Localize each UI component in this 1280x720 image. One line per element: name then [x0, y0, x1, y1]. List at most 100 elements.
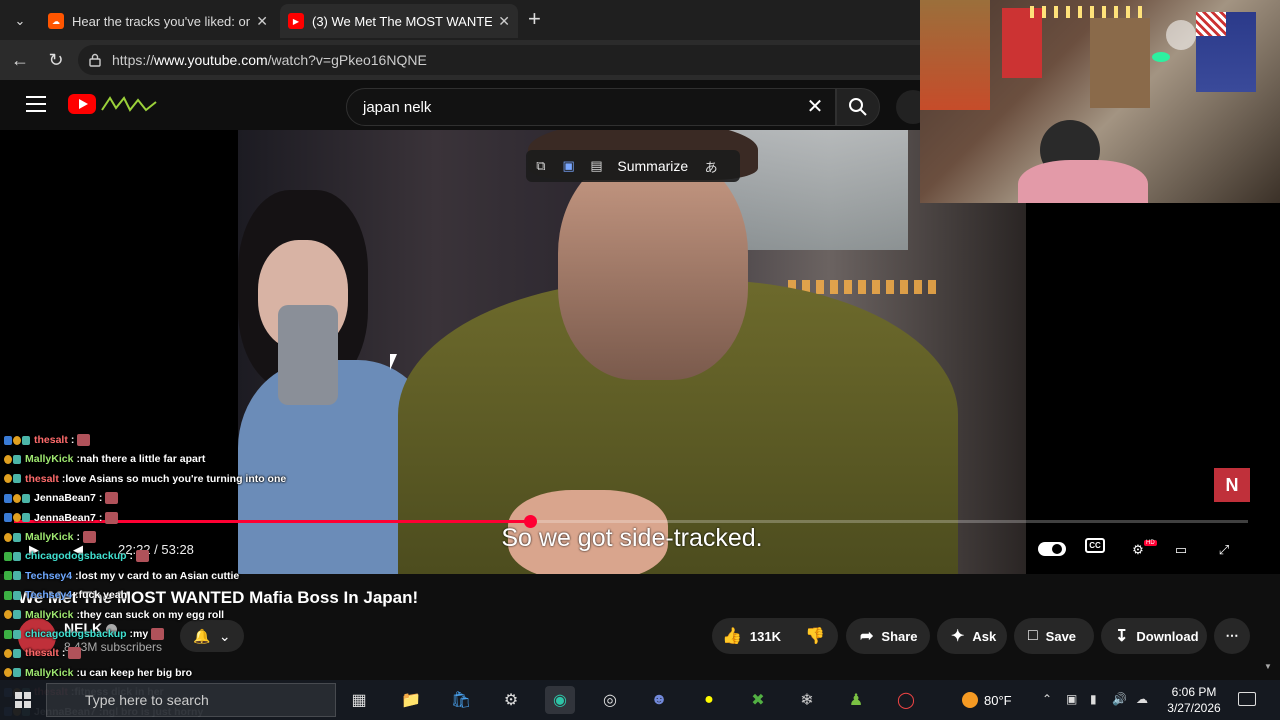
- chat-username[interactable]: Techsey4: [25, 589, 72, 601]
- chat-separator: :: [70, 434, 75, 446]
- more-actions-button[interactable]: ⋯: [1214, 618, 1250, 654]
- chat-username[interactable]: thesalt: [25, 647, 59, 659]
- chat-badge-icon: [4, 648, 12, 658]
- chat-username[interactable]: MallyKick: [25, 609, 73, 621]
- start-button[interactable]: [8, 686, 38, 714]
- chat-username[interactable]: JennaBean7: [34, 492, 96, 504]
- save-button[interactable]: □ Save: [1014, 618, 1094, 654]
- chat-message: JennaBean7:: [4, 509, 119, 527]
- search-input[interactable]: japan nelk: [346, 88, 836, 126]
- notification-center-icon[interactable]: [1238, 692, 1256, 706]
- clock-time: 6:06 PM: [1171, 685, 1217, 699]
- dislike-icon[interactable]: 👎: [805, 626, 825, 646]
- youtube-icon: ▶: [288, 13, 304, 29]
- chat-username[interactable]: MallyKick: [25, 667, 73, 679]
- chat-username[interactable]: thesalt: [34, 434, 68, 446]
- store-icon[interactable]: 🛍: [446, 686, 476, 714]
- like-count[interactable]: 131K: [750, 629, 781, 644]
- video-search-icon[interactable]: ▣: [562, 157, 576, 175]
- close-icon[interactable]: ✕: [498, 13, 510, 30]
- webcam-lamp: [1166, 20, 1196, 50]
- chat-emote-icon: [77, 434, 91, 446]
- save-label: Save: [1045, 628, 1077, 644]
- ask-button[interactable]: ✦ Ask: [937, 618, 1007, 654]
- chat-badge-icon: [13, 454, 21, 464]
- game-icon[interactable]: ❄: [792, 686, 822, 714]
- chat-badge-icon: [4, 493, 12, 503]
- clock-date: 3/27/2026: [1167, 701, 1221, 715]
- site-info-icon[interactable]: [88, 53, 102, 67]
- tray-chevron-icon[interactable]: ⌃: [1042, 692, 1052, 706]
- theater-mode-button[interactable]: ▭: [1167, 538, 1195, 562]
- recorder-icon[interactable]: ◯: [891, 686, 921, 714]
- snapchat-icon[interactable]: ●: [694, 686, 724, 714]
- chess-icon[interactable]: ♟: [841, 686, 871, 714]
- url-host: www.youtube.com: [154, 52, 268, 68]
- back-button[interactable]: ←: [8, 48, 32, 72]
- meet-icon[interactable]: ▣: [1066, 692, 1077, 706]
- close-icon[interactable]: ✕: [256, 13, 268, 30]
- translate-icon[interactable]: あ: [704, 157, 718, 175]
- picture-in-picture-icon[interactable]: ⧉: [534, 157, 548, 175]
- edge-icon[interactable]: ◉: [545, 686, 575, 714]
- chat-message: Techsey4: lost my v card to an Asian cut…: [4, 567, 239, 585]
- scroll-down-arrow[interactable]: ▼: [1264, 662, 1272, 671]
- windows-taskbar: Type here to search ▦ 📁 🛍 ⚙ ◉ ◎ ☻ ● ✖ ❄ …: [0, 680, 1280, 720]
- task-view-icon[interactable]: ▦: [344, 686, 374, 714]
- xbox-icon[interactable]: ✖: [743, 686, 773, 714]
- address-bar[interactable]: https://www.youtube.com/watch?v=gPkeo16N…: [78, 45, 938, 75]
- volume-icon[interactable]: 🔊: [1112, 692, 1127, 706]
- discord-icon[interactable]: ☻: [644, 686, 674, 714]
- obs-icon[interactable]: ◎: [595, 686, 625, 714]
- share-button[interactable]: ➦ Share: [846, 618, 930, 654]
- channel-watermark[interactable]: N: [1214, 468, 1250, 502]
- fullscreen-button[interactable]: ⤢: [1210, 538, 1238, 562]
- steam-icon[interactable]: ⚙: [496, 686, 526, 714]
- youtube-logo-icon[interactable]: [68, 94, 96, 114]
- chat-username[interactable]: JennaBean7: [34, 512, 96, 524]
- tab-soundcloud[interactable]: ☁ Hear the tracks you've liked: on So ✕: [40, 4, 276, 38]
- chat-badges: [4, 474, 21, 484]
- webcam-person-shirt: [1018, 160, 1148, 203]
- taskbar-clock[interactable]: 6:06 PM 3/27/2026: [1160, 684, 1228, 716]
- chat-username[interactable]: chicagodogsbackup: [25, 550, 127, 562]
- chat-emote-icon: [82, 531, 96, 543]
- chat-badges: [4, 454, 21, 464]
- chat-username[interactable]: thesalt: [25, 473, 59, 485]
- file-explorer-icon[interactable]: 📁: [396, 686, 426, 714]
- chat-badge-icon: [13, 590, 21, 600]
- tab-title: Hear the tracks you've liked: on So: [72, 13, 251, 29]
- bookmark-icon: □: [1028, 627, 1038, 644]
- new-tab-button[interactable]: +: [528, 8, 541, 30]
- youtube-doodle-logo[interactable]: [100, 92, 160, 116]
- video-frame[interactable]: [238, 130, 1026, 574]
- reload-icon: ↻: [48, 49, 64, 70]
- onedrive-icon[interactable]: ☁: [1136, 692, 1148, 706]
- chat-badge-icon: [4, 435, 12, 445]
- usb-icon[interactable]: ▮: [1090, 692, 1097, 706]
- taskbar-search-input[interactable]: Type here to search: [46, 683, 336, 717]
- tab-youtube[interactable]: ▶ (3) We Met The MOST WANTED M ✕: [280, 4, 518, 38]
- chat-badges: [4, 571, 21, 581]
- like-icon[interactable]: 👍: [722, 626, 742, 646]
- chat-username[interactable]: MallyKick: [25, 453, 73, 465]
- chat-separator: :: [76, 531, 80, 543]
- download-button[interactable]: ↧ Download: [1101, 618, 1207, 654]
- summarize-button[interactable]: Summarize: [617, 158, 688, 174]
- chat-username[interactable]: MallyKick: [25, 531, 73, 543]
- weather-widget[interactable]: 80°F: [962, 692, 1012, 708]
- menu-icon[interactable]: [26, 96, 46, 114]
- video-tools-bar: ⧉ ▣ ▤ Summarize あ: [526, 150, 740, 182]
- autoplay-toggle[interactable]: [1038, 542, 1066, 556]
- tab-list-dropdown-button[interactable]: ⌄: [6, 8, 34, 34]
- clear-search-icon[interactable]: ✕: [804, 95, 826, 118]
- summarize-icon[interactable]: ▤: [590, 157, 604, 175]
- reload-button[interactable]: ↻: [44, 48, 68, 72]
- chat-emote-icon: [105, 492, 119, 505]
- chat-username[interactable]: Techsey4: [25, 570, 72, 582]
- webcam-poster: [1090, 18, 1150, 108]
- chat-separator: :: [98, 492, 103, 505]
- search-button[interactable]: [836, 88, 880, 126]
- chat-username[interactable]: chicagodogsbackup: [25, 628, 127, 640]
- captions-icon[interactable]: CC: [1085, 538, 1105, 553]
